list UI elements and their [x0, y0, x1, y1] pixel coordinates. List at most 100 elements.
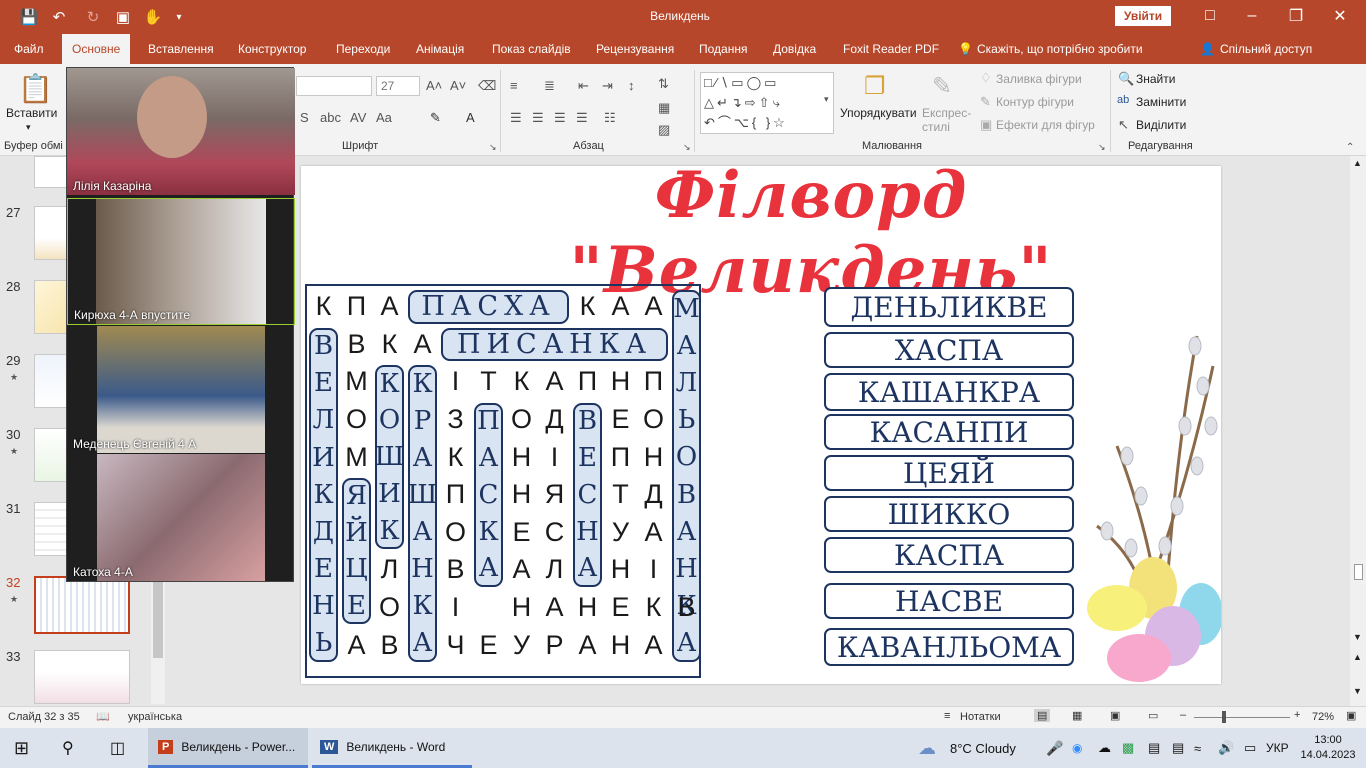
font-launcher-icon[interactable]: ↘	[489, 142, 497, 153]
undo-icon[interactable]: ↶	[48, 6, 70, 28]
next-slide-icon[interactable]: ▼	[1353, 686, 1362, 696]
paste-icon[interactable]: 📋	[18, 72, 53, 105]
scroll-thumb[interactable]	[1354, 564, 1363, 580]
text-direction-icon[interactable]: ⇅	[658, 76, 669, 92]
decrease-indent-icon[interactable]: ⇤	[578, 78, 589, 94]
increase-indent-icon[interactable]: ⇥	[602, 78, 613, 94]
participant-tile[interactable]: Кирюха 4-А впустите	[67, 198, 295, 325]
zoom-slider-thumb[interactable]	[1222, 711, 1226, 723]
network-icon[interactable]: ▤	[1172, 728, 1184, 768]
taskbar-word[interactable]: W Великдень - Word	[312, 728, 472, 768]
quick-styles-icon[interactable]: ✎	[932, 72, 952, 101]
find-icon[interactable]: 🔍	[1118, 71, 1134, 87]
numbering-icon[interactable]: ≣	[544, 78, 555, 94]
paste-button[interactable]: Вставити	[6, 106, 57, 120]
tab-home[interactable]: Основне	[62, 34, 131, 64]
tray-icon[interactable]: ▤	[1148, 728, 1160, 768]
tab-transitions[interactable]: Переходи	[336, 34, 390, 64]
select-button[interactable]: Виділити	[1136, 118, 1186, 132]
anagram-box[interactable]: КАСПА	[824, 537, 1074, 573]
clock[interactable]: 13:00 14.04.2023	[1298, 728, 1358, 768]
close-icon[interactable]: ✕	[1320, 4, 1360, 28]
tell-me-search[interactable]: Скажіть, що потрібно зробити	[977, 34, 1143, 64]
slide-scrollbar[interactable]: ▲ ▼ ▲ ▼	[1350, 156, 1366, 706]
language-label[interactable]: українська	[128, 711, 182, 723]
cloud-icon[interactable]: ☁	[918, 728, 936, 768]
weather-widget[interactable]: 8°C Cloudy	[950, 728, 1016, 768]
tell-me-icon[interactable]: 💡	[958, 34, 973, 64]
gallery-more-icon[interactable]: ▾	[824, 94, 829, 105]
anagram-box[interactable]: ЦЕЯЙ	[824, 455, 1074, 491]
grow-font-icon[interactable]: A˄	[426, 78, 442, 93]
task-view-icon[interactable]: ◫	[110, 728, 125, 768]
effects-icon[interactable]: ▣	[980, 117, 992, 133]
volume-icon[interactable]: 🔊	[1218, 728, 1234, 768]
align-center-icon[interactable]: ☰	[532, 110, 544, 126]
participant-tile[interactable]: Меденець Євгеній 4 А	[67, 326, 295, 453]
shrink-font-icon[interactable]: A˅	[450, 78, 466, 93]
notes-icon[interactable]: ≡	[944, 710, 950, 722]
align-right-icon[interactable]: ☰	[554, 110, 566, 126]
search-icon[interactable]: ⚲	[62, 728, 74, 768]
battery-icon[interactable]: ▭	[1244, 728, 1256, 768]
tab-file[interactable]: Файл	[14, 34, 44, 64]
arrange-icon[interactable]: ❐	[864, 72, 886, 101]
customize-icon[interactable]: ▾	[168, 6, 190, 28]
wifi-icon[interactable]: ≈	[1194, 728, 1201, 768]
app-tray-icon[interactable]: ▩	[1122, 728, 1134, 768]
justify-icon[interactable]: ☰	[576, 110, 588, 126]
ribbon-display-icon[interactable]: □	[1190, 4, 1230, 28]
replace-button[interactable]: Замінити	[1136, 95, 1186, 109]
tab-slideshow[interactable]: Показ слайдів	[492, 34, 571, 64]
zoom-in-icon[interactable]: +	[1294, 709, 1300, 721]
tab-review[interactable]: Рецензування	[596, 34, 674, 64]
font-color-icon[interactable]: A	[466, 110, 475, 125]
find-button[interactable]: Знайти	[1136, 72, 1175, 86]
tab-foxit[interactable]: Foxit Reader PDF	[843, 34, 939, 64]
onedrive-icon[interactable]: ☁	[1098, 728, 1111, 768]
slide-thumbnail-selected[interactable]	[34, 576, 130, 634]
shape-fill-button[interactable]: Заливка фігури	[996, 72, 1082, 86]
tab-help[interactable]: Довідка	[773, 34, 816, 64]
line-spacing-icon[interactable]: ↕	[628, 78, 635, 93]
collapse-ribbon-icon[interactable]: ⌃	[1346, 142, 1354, 153]
font-size-combo[interactable]: 27	[376, 76, 420, 96]
tab-design[interactable]: Конструктор	[238, 34, 306, 64]
tab-animations[interactable]: Анімація	[416, 34, 464, 64]
zoom-level[interactable]: 72%	[1312, 711, 1334, 723]
align-left-icon[interactable]: ☰	[510, 110, 522, 126]
redo-icon[interactable]: ↻	[82, 6, 104, 28]
paste-dropdown-icon[interactable]: ▾	[26, 122, 31, 133]
anagram-box[interactable]: ХАСПА	[824, 332, 1074, 368]
share-icon[interactable]: 👤	[1200, 34, 1215, 64]
keyboard-language[interactable]: УКР	[1266, 728, 1289, 768]
font-name-combo[interactable]	[296, 76, 372, 96]
windows-start-icon[interactable]: ⊞	[14, 728, 29, 768]
slideshow-view-icon[interactable]: ▭	[1148, 709, 1158, 722]
columns-icon[interactable]: ☷	[604, 110, 616, 126]
change-case-icon[interactable]: Aa	[376, 110, 392, 125]
slide[interactable]: Філворд "Великдень" ПАСХА ПИСАНКА В Е Л И К Д Е Н…	[301, 166, 1221, 684]
anagram-box[interactable]: КАСАНПИ	[824, 414, 1074, 450]
align-text-icon[interactable]: ▦	[658, 100, 670, 116]
anagram-box[interactable]: КАШАНКРА	[824, 373, 1074, 411]
fill-icon[interactable]: ♢	[980, 70, 992, 86]
tab-view[interactable]: Подання	[699, 34, 747, 64]
share-button[interactable]: Спільний доступ	[1220, 34, 1312, 64]
select-icon[interactable]: ↖	[1118, 117, 1129, 133]
zoom-app-icon[interactable]: ◉	[1072, 728, 1082, 768]
scroll-down-icon[interactable]: ▼	[1353, 632, 1362, 642]
participant-tile[interactable]: Лілія Казаріна	[67, 68, 295, 195]
quick-styles-button[interactable]: Експрес-стилі	[922, 106, 972, 134]
drawing-launcher-icon[interactable]: ↘	[1098, 142, 1106, 153]
maximize-icon[interactable]: ❐	[1276, 4, 1316, 28]
microphone-icon[interactable]: 🎤	[1046, 728, 1063, 768]
outline-icon[interactable]: ✎	[980, 94, 991, 110]
minimize-icon[interactable]: –	[1232, 4, 1272, 28]
slide-sorter-icon[interactable]: ▦	[1072, 709, 1082, 722]
anagram-box[interactable]: НАСВЕ	[824, 583, 1074, 619]
smartart-icon[interactable]: ▨	[658, 122, 670, 138]
touch-icon[interactable]: ✋	[142, 6, 164, 28]
tab-insert[interactable]: Вставлення	[148, 34, 214, 64]
arrange-button[interactable]: Упорядкувати	[840, 106, 917, 120]
